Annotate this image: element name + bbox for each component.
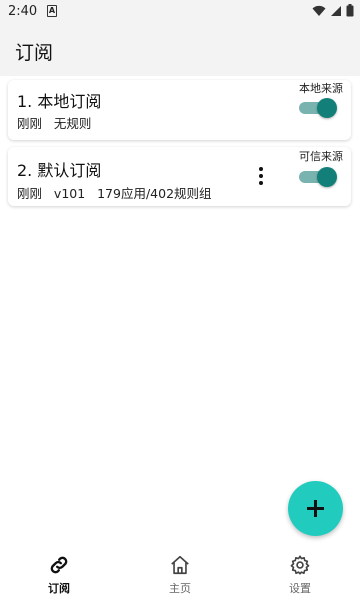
subscription-title: 2. 默认订阅	[17, 161, 102, 180]
add-subscription-button[interactable]	[288, 481, 343, 536]
nav-item-subscriptions[interactable]: 订阅	[19, 554, 99, 596]
subscription-meta: 刚刚 无规则	[17, 116, 92, 131]
source-label: 可信来源	[299, 150, 343, 163]
wifi-icon	[312, 5, 326, 16]
nav-label: 订阅	[48, 582, 70, 595]
source-label: 本地来源	[299, 82, 343, 95]
subscription-toggle[interactable]	[299, 167, 337, 187]
page-title: 订阅	[15, 42, 54, 64]
signal-icon	[331, 5, 341, 16]
nav-label: 设置	[289, 582, 311, 595]
notification-icon: A	[47, 5, 57, 17]
app-bar: 订阅	[0, 24, 360, 76]
nav-label: 主页	[169, 582, 191, 595]
subscription-card-local[interactable]: 1. 本地订阅 刚刚 无规则 本地来源	[8, 80, 351, 140]
home-icon	[171, 555, 189, 575]
gear-icon	[290, 555, 310, 575]
subscription-toggle[interactable]	[299, 98, 337, 118]
status-bar: 2:40 A	[0, 0, 360, 24]
subscription-meta: 刚刚 v101 179应用/402规则组	[17, 186, 212, 201]
status-icons	[312, 4, 354, 17]
subscription-card-default[interactable]: 2. 默认订阅 刚刚 v101 179应用/402规则组 可信来源	[8, 147, 351, 206]
more-vert-icon[interactable]	[256, 167, 266, 187]
toggle-thumb	[317, 167, 337, 187]
link-icon	[50, 556, 68, 574]
screen: 2:40 A 订阅 1. 本地订阅 刚刚 无规则 本地来源 2. 默认订阅 刚刚…	[0, 0, 360, 600]
subscription-title: 1. 本地订阅	[17, 92, 102, 111]
battery-icon	[346, 4, 354, 17]
nav-item-home[interactable]: 主页	[140, 554, 220, 596]
bottom-nav: 订阅 主页 设置	[0, 548, 360, 600]
status-time: 2:40	[8, 4, 38, 19]
nav-item-settings[interactable]: 设置	[260, 554, 340, 596]
toggle-thumb	[317, 98, 337, 118]
